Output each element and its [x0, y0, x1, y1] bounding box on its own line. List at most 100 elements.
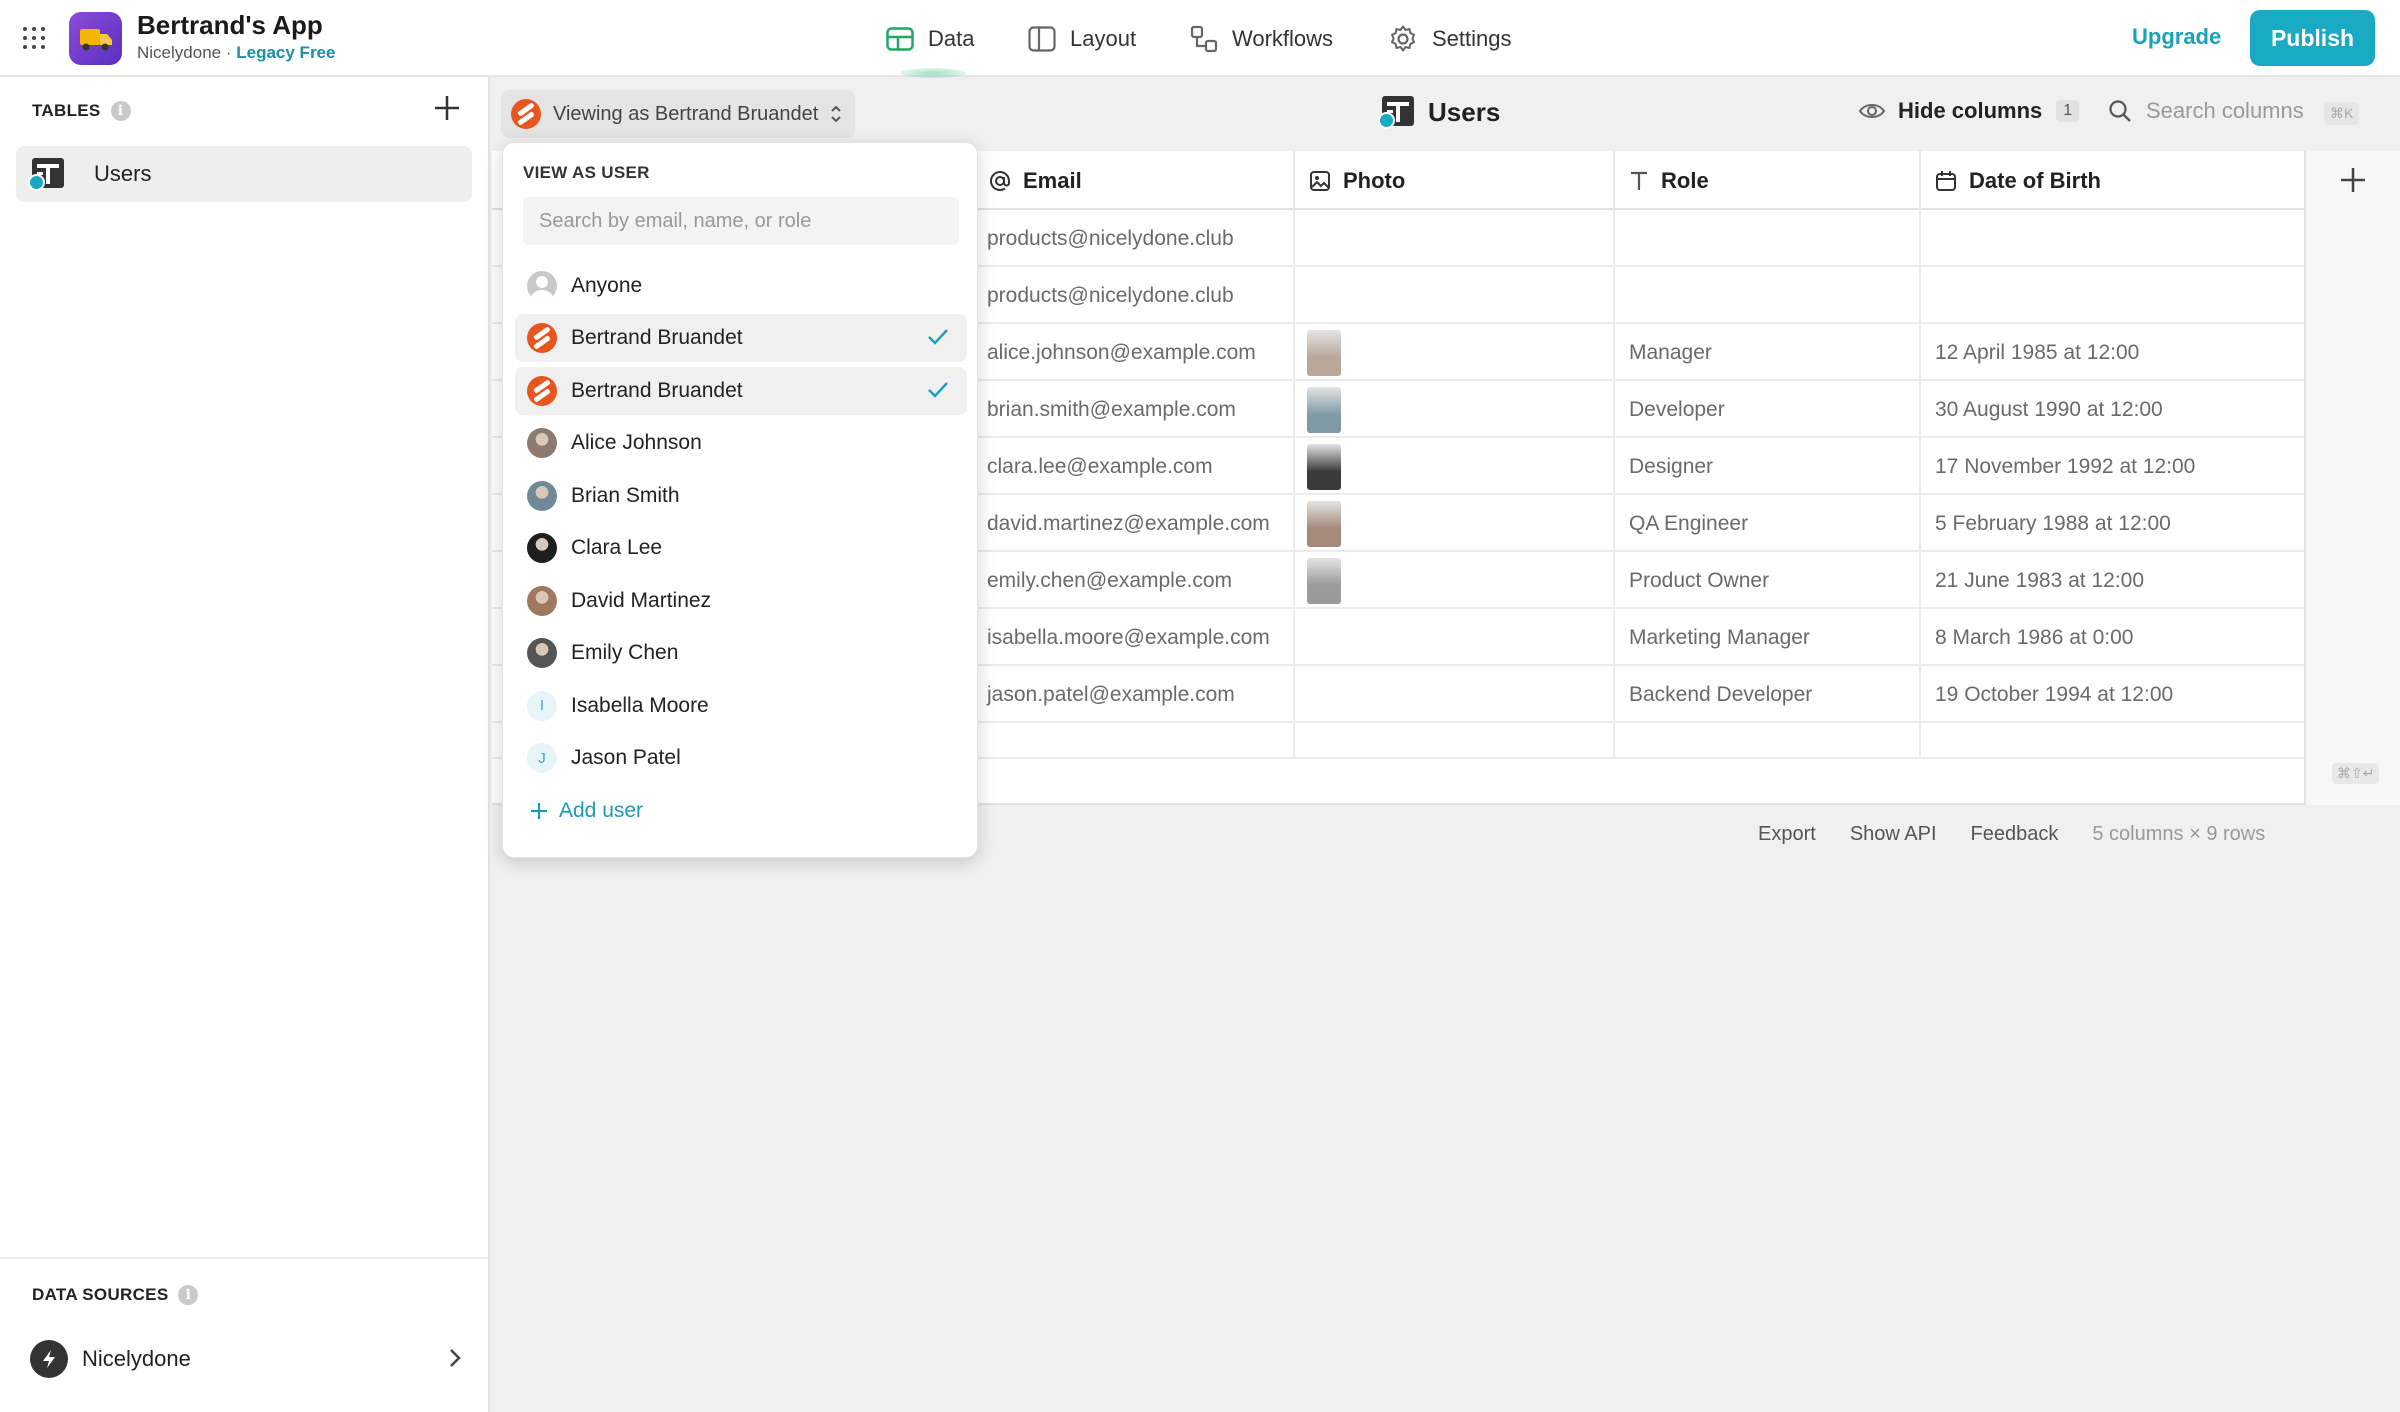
user-option[interactable]: Clara Lee — [515, 524, 967, 572]
user-option[interactable]: David Martinez — [515, 577, 967, 625]
export-link[interactable]: Export — [1758, 823, 1816, 846]
plan-badge[interactable]: Legacy Free — [236, 43, 335, 62]
info-icon[interactable]: i — [178, 1285, 199, 1305]
photo-thumbnail[interactable] — [1307, 557, 1341, 604]
user-option[interactable]: J Jason Patel — [515, 734, 967, 782]
photo-thumbnail[interactable] — [1307, 500, 1341, 547]
hide-columns-button[interactable]: Hide columns 1 — [1858, 98, 2080, 124]
user-avatar-icon — [511, 99, 541, 129]
photo-cell[interactable] — [1295, 324, 1615, 381]
app-logo[interactable] — [69, 12, 122, 65]
nav-settings[interactable]: Settings — [1388, 0, 1512, 77]
photo-cell[interactable] — [1295, 495, 1615, 552]
photo-cell[interactable] — [1295, 438, 1615, 495]
nav-layout-label: Layout — [1070, 25, 1137, 51]
date-of-birth-cell[interactable]: 30 August 1990 at 12:00 — [1921, 381, 2311, 438]
user-search-input[interactable] — [523, 197, 959, 245]
email-cell[interactable]: emily.chen@example.com — [975, 552, 1295, 609]
date-of-birth-cell[interactable] — [1921, 723, 2311, 759]
search-columns[interactable]: Search columns — [2108, 98, 2304, 124]
publish-button[interactable]: Publish — [2250, 10, 2375, 66]
user-option[interactable]: Alice Johnson — [515, 419, 967, 467]
photo-cell[interactable] — [1295, 381, 1615, 438]
role-cell[interactable]: Product Owner — [1615, 552, 1921, 609]
date-of-birth-cell[interactable]: 21 June 1983 at 12:00 — [1921, 552, 2311, 609]
apps-grid-icon[interactable] — [22, 26, 46, 50]
user-option-name: Brian Smith — [571, 483, 680, 507]
email-cell[interactable]: clara.lee@example.com — [975, 438, 1295, 495]
user-option[interactable]: Bertrand Bruandet — [515, 366, 967, 415]
nav-data[interactable]: Data — [886, 0, 974, 77]
email-cell[interactable] — [975, 723, 1295, 759]
user-option[interactable]: Emily Chen — [515, 629, 967, 677]
column-header-date-of-birth[interactable]: Date of Birth — [1921, 151, 2311, 210]
viewing-as-selector[interactable]: Viewing as Bertrand Bruandet — [501, 90, 855, 138]
photo-cell[interactable] — [1295, 723, 1615, 759]
photo-cell[interactable] — [1295, 267, 1615, 324]
upgrade-link[interactable]: Upgrade — [2132, 24, 2221, 50]
sidebar-item-users[interactable]: Users — [16, 146, 472, 202]
checkmark-icon — [928, 382, 948, 398]
date-of-birth-cell[interactable] — [1921, 267, 2311, 324]
image-icon — [1310, 170, 1330, 191]
role-cell[interactable]: Designer — [1615, 438, 1921, 495]
column-header-photo[interactable]: Photo — [1295, 151, 1615, 210]
data-sources-section-label: DATA SOURCES i — [32, 1285, 199, 1305]
date-of-birth-cell[interactable]: 12 April 1985 at 12:00 — [1921, 324, 2311, 381]
search-shortcut: ⌘K — [2324, 102, 2360, 125]
photo-cell[interactable] — [1295, 552, 1615, 609]
role-cell[interactable]: QA Engineer — [1615, 495, 1921, 552]
photo-thumbnail[interactable] — [1307, 443, 1341, 490]
data-source-nicelydone[interactable]: Nicelydone — [30, 1339, 462, 1379]
nav-layout[interactable]: Layout — [1028, 0, 1136, 77]
date-of-birth-cell[interactable] — [1921, 210, 2311, 267]
chevron-updown-icon — [831, 105, 842, 123]
info-icon[interactable]: i — [110, 101, 131, 121]
column-header-role[interactable]: Role — [1615, 151, 1921, 210]
add-user-button[interactable]: Add user — [529, 799, 643, 823]
role-cell[interactable]: Developer — [1615, 381, 1921, 438]
user-option[interactable]: Bertrand Bruandet — [515, 314, 967, 363]
role-cell[interactable]: Marketing Manager — [1615, 609, 1921, 666]
date-of-birth-cell[interactable]: 17 November 1992 at 12:00 — [1921, 438, 2311, 495]
nicelydone-logo-icon — [30, 1340, 68, 1378]
photo-thumbnail[interactable] — [1307, 386, 1341, 433]
role-cell[interactable]: Manager — [1615, 324, 1921, 381]
date-of-birth-cell[interactable]: 19 October 1994 at 12:00 — [1921, 666, 2311, 723]
user-option[interactable]: Brian Smith — [515, 472, 967, 520]
user-option-name: David Martinez — [571, 588, 712, 612]
user-option-name: Alice Johnson — [571, 431, 702, 455]
role-cell[interactable] — [1615, 210, 1921, 267]
user-photo-avatar — [527, 585, 557, 616]
nav-workflows[interactable]: Workflows — [1190, 0, 1333, 77]
email-cell[interactable]: products@nicelydone.club — [975, 267, 1295, 324]
user-option[interactable]: Anyone — [515, 262, 967, 310]
email-cell[interactable]: jason.patel@example.com — [975, 666, 1295, 723]
subtitle-separator: · — [225, 43, 232, 62]
email-cell[interactable]: david.martinez@example.com — [975, 495, 1295, 552]
user-option[interactable]: I Isabella Moore — [515, 682, 967, 730]
date-of-birth-cell[interactable]: 5 February 1988 at 12:00 — [1921, 495, 2311, 552]
email-cell[interactable]: alice.johnson@example.com — [975, 324, 1295, 381]
date-of-birth-cell[interactable]: 8 March 1986 at 0:00 — [1921, 609, 2311, 666]
photo-cell[interactable] — [1295, 609, 1615, 666]
divider — [0, 1257, 488, 1259]
user-photo-avatar — [527, 638, 557, 669]
truck-icon — [80, 29, 112, 51]
role-cell[interactable] — [1615, 723, 1921, 759]
data-sources-label-text: DATA SOURCES — [32, 1285, 169, 1304]
add-user-label: Add user — [559, 799, 644, 822]
email-cell[interactable]: brian.smith@example.com — [975, 381, 1295, 438]
add-table-icon[interactable] — [432, 93, 462, 123]
photo-cell[interactable] — [1295, 666, 1615, 723]
email-cell[interactable]: products@nicelydone.club — [975, 210, 1295, 267]
email-cell[interactable]: isabella.moore@example.com — [975, 609, 1295, 666]
photo-cell[interactable] — [1295, 210, 1615, 267]
photo-thumbnail[interactable] — [1307, 329, 1341, 376]
role-cell[interactable] — [1615, 267, 1921, 324]
role-cell[interactable]: Backend Developer — [1615, 666, 1921, 723]
feedback-link[interactable]: Feedback — [1971, 823, 2059, 846]
show-api-link[interactable]: Show API — [1850, 823, 1937, 846]
column-header-email[interactable]: Email — [975, 151, 1295, 210]
add-column-icon[interactable] — [2338, 165, 2368, 195]
